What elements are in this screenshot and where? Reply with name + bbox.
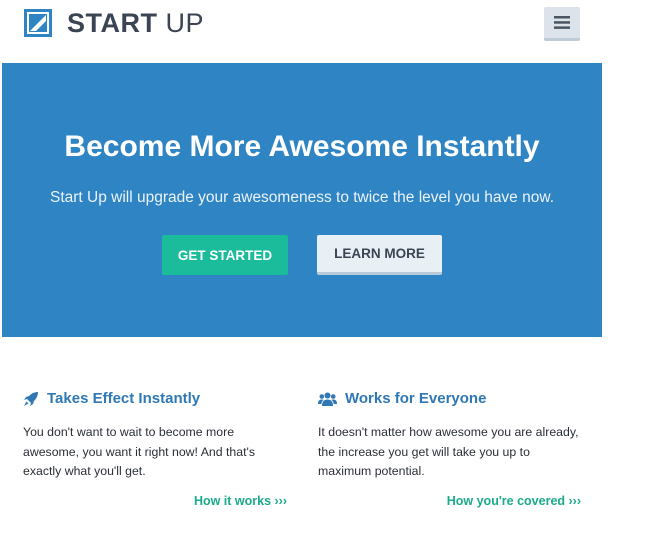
feature-works-for-everyone: Works for Everyone It doesn't matter how… — [318, 390, 583, 482]
feature-title-text: Takes Effect Instantly — [47, 390, 201, 407]
how-youre-covered-link[interactable]: How you're covered ››› — [447, 494, 581, 508]
users-icon — [318, 392, 337, 406]
feature-title: Takes Effect Instantly — [23, 390, 288, 407]
feature-takes-effect: Takes Effect Instantly You don't want to… — [23, 390, 288, 482]
brand-bold: START — [67, 8, 158, 38]
menu-button[interactable] — [544, 7, 580, 41]
feature-body: It doesn't matter how awesome you are al… — [318, 425, 579, 478]
how-it-works-link[interactable]: How it works ››› — [194, 494, 287, 508]
hero-subtitle: Start Up will upgrade your awesomeness t… — [49, 189, 554, 206]
logo-mark-icon — [24, 9, 52, 37]
feature-title-text: Works for Everyone — [345, 390, 487, 407]
hero-title: Become More Awesome Instantly — [64, 130, 540, 163]
site-header: START UP — [0, 0, 602, 54]
brand-name: START UP — [67, 8, 204, 38]
feature-title: Works for Everyone — [318, 390, 583, 407]
learn-more-button[interactable]: LEARN MORE — [317, 235, 442, 275]
logo[interactable]: START UP — [23, 8, 204, 38]
hamburger-menu-icon — [554, 16, 570, 29]
brand-light: UP — [165, 8, 205, 38]
hero-section: Become More Awesome Instantly Start Up w… — [2, 63, 602, 337]
get-started-button[interactable]: GET STARTED — [162, 235, 288, 275]
feature-body: You don't want to wait to become more aw… — [23, 425, 256, 478]
rocket-icon — [24, 391, 38, 406]
